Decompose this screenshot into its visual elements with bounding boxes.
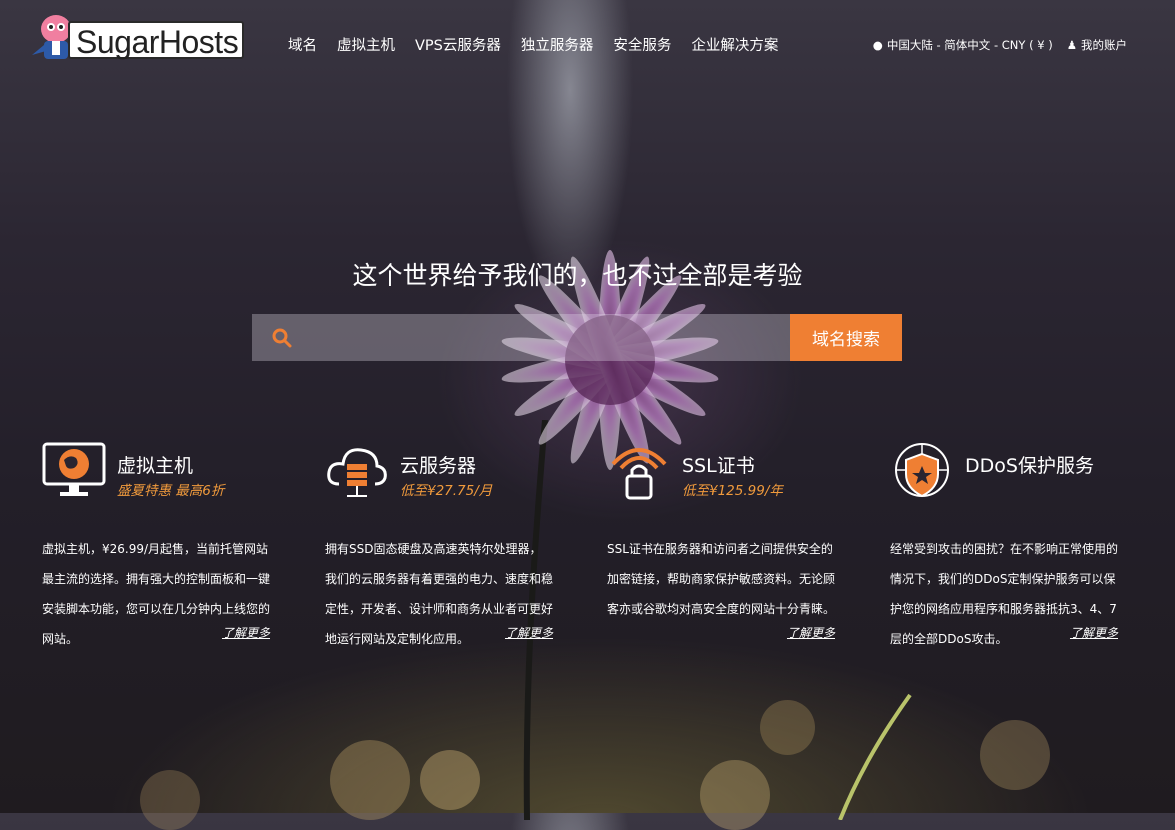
bokeh-light — [760, 700, 815, 755]
domain-search-button[interactable]: 域名搜索 — [790, 314, 902, 361]
domain-search-input[interactable] — [308, 314, 782, 363]
account-link[interactable]: ♟ 我的账户 — [1067, 37, 1127, 53]
hero-headline: 这个世界给予我们的，也不过全部是考验 — [352, 261, 803, 290]
account-label: 我的账户 — [1081, 38, 1127, 52]
logo-wordmark: SugarHosts — [68, 21, 244, 60]
ssl-lock-icon — [611, 448, 667, 500]
bokeh-light — [140, 770, 200, 830]
site-logo[interactable]: SugarHosts — [30, 11, 250, 65]
learn-more-link[interactable]: 了解更多 — [1070, 624, 1118, 641]
feature-promo: 低至¥125.99/年 — [682, 483, 783, 499]
globe-icon: ● — [872, 38, 883, 52]
user-icon: ♟ — [1066, 38, 1077, 52]
bokeh-light — [700, 760, 770, 830]
learn-more-link[interactable]: 了解更多 — [222, 624, 270, 641]
learn-more-link[interactable]: 了解更多 — [505, 624, 553, 641]
bokeh-light — [980, 720, 1050, 790]
feature-title: SSL证书 — [682, 455, 755, 477]
main-nav: 域名 虚拟主机 VPS云服务器 独立服务器 安全服务 企业解决方案 — [288, 34, 778, 55]
learn-more-link[interactable]: 了解更多 — [787, 624, 835, 641]
nav-item-security[interactable]: 安全服务 — [613, 34, 671, 55]
nav-item-enterprise[interactable]: 企业解决方案 — [691, 34, 778, 55]
grass-blade — [838, 693, 912, 820]
feature-promo: 盛夏特惠 最高6折 — [117, 483, 225, 499]
feature-description: SSL证书在服务器和访问者之间提供安全的加密链接，帮助商家保护敏感资料。无论顾客… — [607, 542, 836, 616]
feature-promo: 低至¥27.75/月 — [400, 483, 493, 499]
search-icon — [272, 328, 292, 348]
logo-text-hosts: Hosts — [158, 24, 239, 60]
nav-item-virtual-hosting[interactable]: 虚拟主机 — [337, 34, 395, 55]
feature-title: 云服务器 — [400, 455, 477, 477]
nav-item-dedicated-server[interactable]: 独立服务器 — [521, 34, 594, 55]
domain-search: 域名搜索 — [252, 314, 902, 363]
bokeh-light — [330, 740, 410, 820]
bokeh-light — [420, 750, 480, 810]
logo-text-sugar: Sugar — [76, 24, 159, 60]
feature-title: DDoS保护服务 — [965, 455, 1094, 477]
utility-links: ● 中国大陆 - 简体中文 - CNY ( ¥ ) ♟ 我的账户 — [873, 37, 1127, 53]
site-header: SugarHosts 域名 虚拟主机 VPS云服务器 独立服务器 安全服务 企业… — [0, 0, 1175, 90]
search-field — [252, 314, 790, 363]
cloud-server-icon — [327, 448, 387, 497]
monitor-globe-icon — [42, 442, 106, 496]
shield-network-icon — [895, 443, 949, 498]
region-label: 中国大陆 - 简体中文 - CNY ( ¥ ) — [886, 38, 1053, 52]
nav-item-domain[interactable]: 域名 — [288, 34, 317, 55]
region-selector[interactable]: ● 中国大陆 - 简体中文 - CNY ( ¥ ) — [873, 37, 1053, 53]
feature-title: 虚拟主机 — [117, 455, 194, 477]
nav-item-vps[interactable]: VPS云服务器 — [415, 34, 501, 55]
